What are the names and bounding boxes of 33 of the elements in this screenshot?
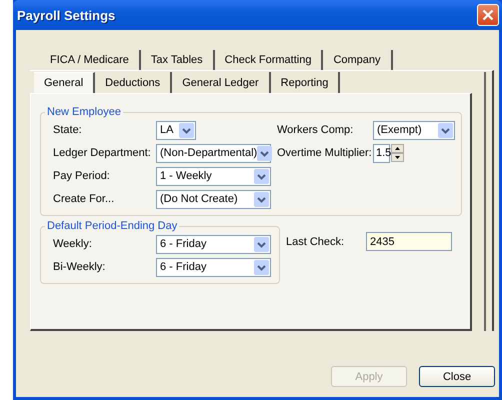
close-icon [482, 9, 494, 21]
window-title: Payroll Settings [17, 8, 116, 22]
field-label: State: [53, 124, 83, 136]
field-label: Pay Period: [53, 170, 111, 182]
close-button[interactable] [477, 4, 499, 26]
tab[interactable]: Tax Tables [140, 50, 215, 70]
group-title: New Employee [46, 106, 122, 118]
dropdown[interactable]: 6 - Friday [156, 258, 271, 276]
dropdown[interactable]: (Non-Departmental) [156, 144, 271, 162]
dropdown[interactable]: (Exempt) [373, 120, 455, 140]
tab[interactable]: Company [323, 50, 393, 70]
field-label: Bi-Weekly: [53, 261, 106, 273]
down-arrow-icon [395, 156, 400, 159]
dropdown[interactable]: LA [156, 120, 196, 140]
tab[interactable]: Check Formatting [214, 50, 324, 70]
field-label: Ledger Department: [53, 147, 152, 159]
input-field[interactable]: 2435 [366, 232, 452, 251]
group-title: Default Period-Ending Day [46, 220, 178, 232]
dropdown[interactable]: 6 - Friday [156, 234, 271, 254]
field-label: Weekly: [53, 238, 93, 250]
field-label: Create For... [53, 193, 116, 205]
field-label: Overtime Multiplier: [277, 147, 373, 159]
tab[interactable]: General [34, 72, 96, 93]
field-label: Workers Comp: [277, 124, 354, 136]
spin-down-button[interactable] [391, 153, 404, 162]
number-field[interactable]: 1.5 [373, 144, 390, 162]
dropdown[interactable]: (Do Not Create) [156, 190, 271, 208]
tab[interactable]: FICA / Medicare [40, 50, 141, 70]
dropdown[interactable]: 1 - Weekly [156, 166, 271, 186]
dialog-button[interactable]: Close [419, 366, 495, 387]
field-label: Last Check: [286, 236, 346, 248]
up-arrow-icon [395, 147, 400, 150]
spin-up-button[interactable] [391, 144, 404, 153]
